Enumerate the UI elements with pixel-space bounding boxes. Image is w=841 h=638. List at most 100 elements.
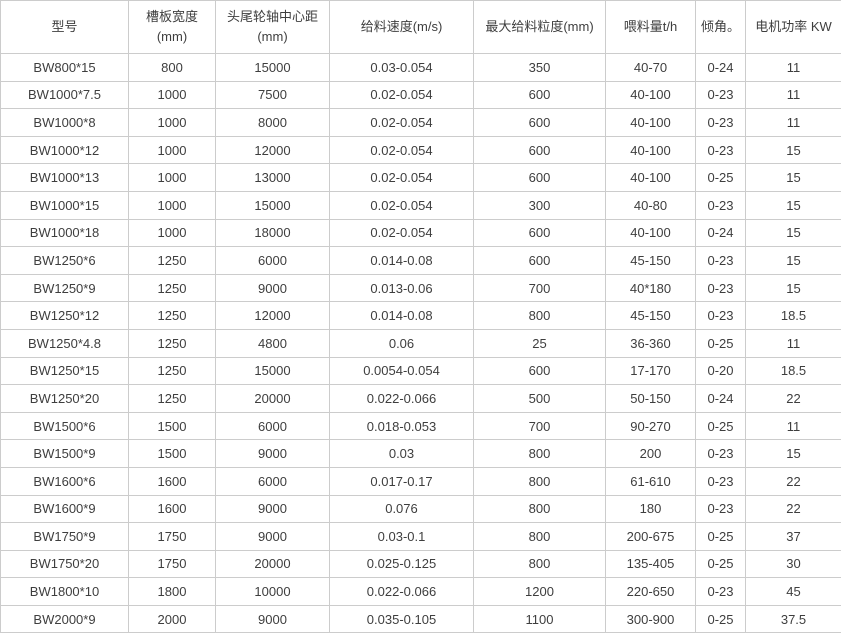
table-cell: 22 xyxy=(746,467,841,495)
table-cell: 0-23 xyxy=(696,247,746,275)
table-cell: 0.025-0.125 xyxy=(330,550,474,578)
table-row: BW1600*9160090000.0768001800-2322 xyxy=(1,495,841,523)
table-cell: 700 xyxy=(474,412,606,440)
table-cell: 45 xyxy=(746,578,841,606)
table-cell: 6000 xyxy=(216,412,330,440)
column-header-8: 电机功率 KW xyxy=(746,1,841,54)
table-cell: 9000 xyxy=(216,274,330,302)
table-cell: 0.022-0.066 xyxy=(330,578,474,606)
table-cell: BW1250*6 xyxy=(1,247,129,275)
table-cell: BW1250*12 xyxy=(1,302,129,330)
table-cell: 800 xyxy=(129,54,216,82)
table-row: BW1000*7.5100075000.02-0.05460040-1000-2… xyxy=(1,81,841,109)
table-row: BW1000*8100080000.02-0.05460040-1000-231… xyxy=(1,109,841,137)
table-cell: BW1000*18 xyxy=(1,219,129,247)
table-cell: 0-23 xyxy=(696,274,746,302)
table-cell: 0-24 xyxy=(696,385,746,413)
table-cell: 6000 xyxy=(216,247,330,275)
table-cell: 15 xyxy=(746,164,841,192)
table-cell: 40-80 xyxy=(606,191,696,219)
table-cell: 15 xyxy=(746,191,841,219)
table-cell: 22 xyxy=(746,495,841,523)
table-cell: 0.013-0.06 xyxy=(330,274,474,302)
table-cell: 220-650 xyxy=(606,578,696,606)
table-cell: 135-405 xyxy=(606,550,696,578)
table-cell: BW1250*15 xyxy=(1,357,129,385)
table-cell: 0-25 xyxy=(696,550,746,578)
table-cell: 300-900 xyxy=(606,605,696,633)
table-cell: 0.014-0.08 xyxy=(330,302,474,330)
table-cell: 30 xyxy=(746,550,841,578)
table-cell: 0-25 xyxy=(696,412,746,440)
table-cell: 600 xyxy=(474,247,606,275)
table-cell: 50-150 xyxy=(606,385,696,413)
table-cell: 350 xyxy=(474,54,606,82)
table-cell: 20000 xyxy=(216,385,330,413)
table-row: BW1750*201750200000.025-0.125800135-4050… xyxy=(1,550,841,578)
table-cell: 61-610 xyxy=(606,467,696,495)
table-cell: 1250 xyxy=(129,329,216,357)
table-row: BW1800*101800100000.022-0.0661200220-650… xyxy=(1,578,841,606)
table-cell: 600 xyxy=(474,136,606,164)
table-cell: 1000 xyxy=(129,81,216,109)
table-cell: 36-360 xyxy=(606,329,696,357)
table-cell: BW800*15 xyxy=(1,54,129,82)
table-cell: 45-150 xyxy=(606,302,696,330)
table-cell: 0.06 xyxy=(330,329,474,357)
table-cell: 1750 xyxy=(129,550,216,578)
table-cell: 0.035-0.105 xyxy=(330,605,474,633)
table-cell: 0.076 xyxy=(330,495,474,523)
table-cell: 1500 xyxy=(129,440,216,468)
table-cell: 13000 xyxy=(216,164,330,192)
column-header-1: 型号 xyxy=(1,1,129,54)
table-cell: 800 xyxy=(474,523,606,551)
table-cell: BW1500*9 xyxy=(1,440,129,468)
table-cell: 18000 xyxy=(216,219,330,247)
table-cell: 11 xyxy=(746,109,841,137)
table-cell: 9000 xyxy=(216,495,330,523)
table-cell: 600 xyxy=(474,81,606,109)
table-cell: 0-23 xyxy=(696,440,746,468)
table-cell: 0-23 xyxy=(696,302,746,330)
table-cell: 1100 xyxy=(474,605,606,633)
table-cell: 0-23 xyxy=(696,578,746,606)
table-cell: 15000 xyxy=(216,54,330,82)
table-cell: 15000 xyxy=(216,357,330,385)
table-cell: BW1250*4.8 xyxy=(1,329,129,357)
table-cell: 7500 xyxy=(216,81,330,109)
table-cell: 45-150 xyxy=(606,247,696,275)
table-cell: 40-70 xyxy=(606,54,696,82)
table-cell: 800 xyxy=(474,440,606,468)
table-cell: 1000 xyxy=(129,191,216,219)
table-cell: 12000 xyxy=(216,302,330,330)
table-cell: BW1800*10 xyxy=(1,578,129,606)
column-header-5: 最大给料粒度(mm) xyxy=(474,1,606,54)
table-cell: 0.017-0.17 xyxy=(330,467,474,495)
table-cell: 0-25 xyxy=(696,164,746,192)
table-cell: 0-23 xyxy=(696,467,746,495)
column-header-4: 给料速度(m/s) xyxy=(330,1,474,54)
table-cell: BW1250*9 xyxy=(1,274,129,302)
table-cell: 15000 xyxy=(216,191,330,219)
table-cell: 25 xyxy=(474,329,606,357)
table-cell: 800 xyxy=(474,302,606,330)
table-cell: 37 xyxy=(746,523,841,551)
table-row: BW1250*121250120000.014-0.0880045-1500-2… xyxy=(1,302,841,330)
table-cell: 15 xyxy=(746,274,841,302)
table-cell: 200-675 xyxy=(606,523,696,551)
table-cell: 0.0054-0.054 xyxy=(330,357,474,385)
table-cell: 600 xyxy=(474,357,606,385)
table-cell: BW1600*6 xyxy=(1,467,129,495)
table-cell: 0-20 xyxy=(696,357,746,385)
table-cell: 1600 xyxy=(129,495,216,523)
table-row: BW1250*9125090000.013-0.0670040*1800-231… xyxy=(1,274,841,302)
table-row: BW1250*201250200000.022-0.06650050-1500-… xyxy=(1,385,841,413)
table-cell: 600 xyxy=(474,109,606,137)
table-cell: 0.02-0.054 xyxy=(330,109,474,137)
table-cell: 1000 xyxy=(129,219,216,247)
table-cell: BW1000*12 xyxy=(1,136,129,164)
table-cell: 600 xyxy=(474,219,606,247)
table-cell: 22 xyxy=(746,385,841,413)
table-cell: 40-100 xyxy=(606,164,696,192)
table-cell: 1600 xyxy=(129,467,216,495)
